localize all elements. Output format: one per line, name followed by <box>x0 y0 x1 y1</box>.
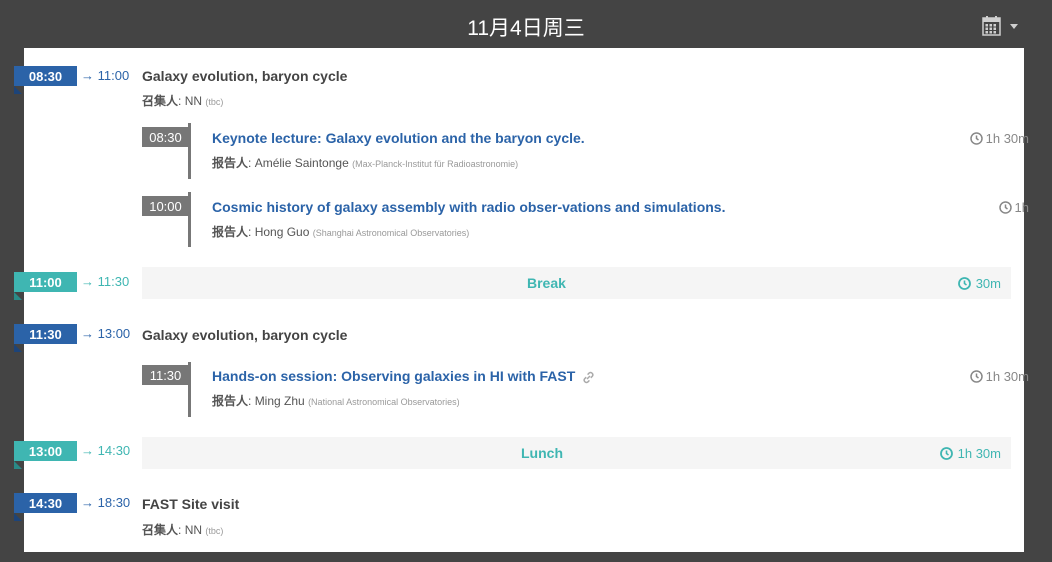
clock-icon <box>969 132 983 145</box>
day-title: 11月4日周三 <box>467 17 585 40</box>
block-convener: 召集人: NN (tbc) <box>142 94 224 108</box>
clock-icon <box>969 370 983 383</box>
contribution-speaker: 报告人: Hong Guo (Shanghai Astronomical Obs… <box>212 225 470 239</box>
link-icon[interactable] <box>581 370 596 385</box>
block-end-time: → 18:30 <box>81 495 131 510</box>
block-start-time: 11:30 <box>14 324 77 352</box>
clock-icon <box>939 446 953 460</box>
break-duration: 30m <box>957 267 1001 299</box>
break-title: Break <box>527 275 566 291</box>
block-start-time: 08:30 <box>14 66 77 94</box>
header: 11月4日周三 <box>0 0 1052 48</box>
break-duration: 1h 30m <box>939 437 1001 469</box>
contribution-time: 11:30 <box>142 365 189 385</box>
contribution-time: 10:00 <box>142 196 189 216</box>
break-title: Lunch <box>521 445 563 461</box>
break-start-time: 13:00 <box>14 441 77 469</box>
contribution-duration: 1h <box>998 200 1029 215</box>
break-bar[interactable]: Break 30m <box>142 267 1011 299</box>
contribution-title[interactable]: Cosmic history of galaxy assembly with r… <box>212 199 725 215</box>
contribution-duration: 1h 30m <box>969 369 1029 384</box>
block-convener: 召集人: NN (tbc) <box>142 523 224 537</box>
block-title[interactable]: FAST Site visit <box>142 496 239 512</box>
chevron-down-icon <box>1010 24 1018 29</box>
contribution-title: Hands-on session: Observing galaxies in … <box>212 368 596 385</box>
contribution-speaker: 报告人: Ming Zhu (National Astronomical Obs… <box>212 394 460 408</box>
block-end-time: → 13:00 <box>81 326 131 341</box>
calendar-dropdown-button[interactable] <box>982 16 1024 38</box>
block-title[interactable]: Galaxy evolution, baryon cycle <box>142 327 347 343</box>
block-end-time: → 11:00 <box>81 68 130 83</box>
contribution-title[interactable]: Keynote lecture: Galaxy evolution and th… <box>212 130 585 146</box>
timetable-panel <box>24 48 1024 552</box>
calendar-icon <box>982 16 1001 36</box>
break-end-time: → 14:30 <box>81 443 131 458</box>
clock-icon <box>957 276 971 290</box>
break-start-time: 11:00 <box>14 272 77 300</box>
contribution-speaker: 报告人: Amélie Saintonge (Max-Planck-Instit… <box>212 156 519 170</box>
clock-icon <box>998 201 1012 214</box>
block-start-time: 14:30 <box>14 493 77 521</box>
contribution-time: 08:30 <box>142 127 189 147</box>
break-end-time: → 11:30 <box>81 274 130 289</box>
block-title[interactable]: Galaxy evolution, baryon cycle <box>142 68 347 84</box>
contribution-duration: 1h 30m <box>969 131 1029 146</box>
break-bar[interactable]: Lunch 1h 30m <box>142 437 1011 469</box>
